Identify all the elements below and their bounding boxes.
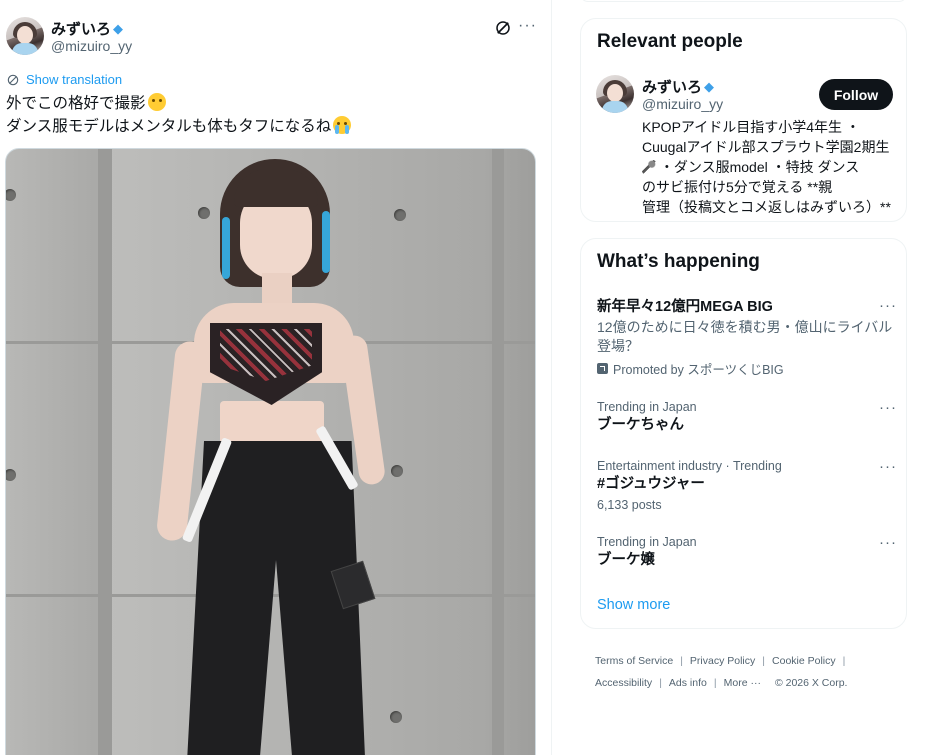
trend-more-icon[interactable]: ··· [879,458,897,475]
trend-more-icon[interactable]: ··· [879,399,897,416]
crying-face-emoji-icon [333,116,352,134]
author-name-text: みずいろ [51,21,112,38]
microphone-icon [642,160,656,174]
bio-line-text: Cuugalアイドル部スプラウト学園2期生 [642,139,890,155]
promoted-label: Promoted by スポーツくじBIG [597,359,897,378]
bio-line: Cuugalアイドル部スプラウト学園2期生 [642,137,900,157]
ads-info-link[interactable]: Ads info [669,672,707,694]
footer-separator: | [680,655,683,667]
bio-line-text: KPOPアイドル目指す小学4年生 ・ [642,119,860,135]
sidebar-footer: Terms of Service | Privacy Policy | Cookie… [595,650,895,694]
wall-seam [492,149,504,755]
relevant-people-card: Relevant people みずいろ ◆ @mizuiro_yy Follo… [580,18,907,222]
whats-happening-card: What’s happening 新年早々12億円MEGA BIG 12億のため… [580,238,907,629]
show-translation-text: Show translation [26,72,123,87]
bio-line-text: のサビ振付け5分で覚える **親 [642,179,833,195]
copyright-text: © 2026 X Corp. [774,677,848,689]
wall-seam [98,149,112,755]
tweet-line-2-text: ダンス服モデルはメンタルも体もタフになるね [6,118,332,135]
cookie-policy-link[interactable]: Cookie Policy [772,650,836,672]
trend-meta: Trending in Japan [597,400,697,414]
smiling-face-with-tear-emoji-icon [147,93,166,111]
wall-hole [6,189,16,201]
privacy-link[interactable]: Privacy Policy [690,650,755,672]
footer-separator: | [659,677,662,689]
footer-row: Accessibility | Ads info | More ··· © 2026… [595,672,895,694]
photo-subject [136,155,396,755]
tweet-column: みずいろ ◆ @mizuiro_yy ··· Show translation … [0,0,552,755]
tweet-line-1-text: 外でこの格好で撮影 [6,95,146,112]
tweet-text: 外でこの格好で撮影 ダンス服モデルはメンタルも体もタフになるね [6,92,352,138]
footer-separator: | [842,655,846,667]
footer-separator: | [713,677,717,689]
bio-line: ・ダンス服model ・特技 ダンス [642,157,900,177]
show-translation-link[interactable]: Show translation [6,72,122,87]
gem-icon: ◆ [113,21,124,36]
bio-line: のサビ振付け5分で覚える **親 [642,177,900,197]
author-avatar[interactable] [6,17,44,55]
relevant-person-bio: KPOPアイドル目指す小学4年生 ・ Cuugalアイドル部スプラウト学園2期生… [642,117,900,217]
relevant-person-name-text: みずいろ [642,79,703,96]
gem-icon: ◆ [704,79,715,94]
trend-subtitle-line: 12億のために日々徳を積む男・億山にライバル [597,319,893,335]
whats-happening-title: What’s happening [597,251,760,272]
trend-post-count: 6,133 posts [597,498,662,512]
trend-more-icon[interactable]: ··· [879,297,897,314]
tweet-line-2: ダンス服モデルはメンタルも体もタフになるね [6,115,352,138]
relevant-people-title: Relevant people [597,31,743,52]
more-options-icon[interactable]: ··· [518,17,537,35]
bio-line: KPOPアイドル目指す小学4年生 ・ [642,117,900,137]
wall-hole [6,469,16,481]
promoted-text: Promoted by スポーツくじBIG [613,363,784,377]
bio-line: 管理（投稿文とコメ返しはみずいろ）** [642,197,900,217]
relevant-person-handle[interactable]: @mizuiro_yy [642,96,723,112]
trend-item[interactable]: 新年早々12億円MEGA BIG 12億のために日々徳を積む男・億山にライバル … [597,297,897,378]
bio-line-text: 管理（投稿文とコメ返しはみずいろ）** [642,199,891,215]
trend-title: #ゴジュウジャー [597,476,705,492]
search-box-edge[interactable] [580,0,907,2]
footer-row: Terms of Service | Privacy Policy | Cookie… [595,650,895,672]
relevant-person-name[interactable]: みずいろ ◆ [642,76,714,97]
trend-item[interactable]: Trending in Japan ブーケちゃん ··· [597,399,897,435]
tweet-line-1: 外でこの格好で撮影 [6,92,351,115]
footer-separator: | [762,655,766,667]
trend-item[interactable]: Trending in Japan ブーケ嬢 ··· [597,534,897,570]
tweet-photo[interactable] [5,148,536,755]
translate-icon [7,74,19,85]
trend-subtitle-line: 登場？ [597,338,639,354]
accessibility-link[interactable]: Accessibility [595,672,652,694]
follow-button[interactable]: Follow [819,79,893,110]
promoted-icon [597,363,608,374]
grok-icon[interactable] [494,19,512,37]
trend-meta: Trending in Japan [597,535,697,549]
trend-item[interactable]: Entertainment industry · Trending #ゴジュウジ… [597,458,897,514]
more-link[interactable]: More ··· [724,672,761,694]
trend-meta: Entertainment industry · Trending [597,459,782,473]
bio-line-text: ・ダンス服model ・特技 ダンス [656,159,860,175]
relevant-person-avatar[interactable] [596,75,634,113]
trend-more-icon[interactable]: ··· [879,534,897,551]
author-name[interactable]: みずいろ ◆ [51,18,123,39]
trend-subtitle: 12億のために日々徳を積む男・億山にライバル 登場？ [597,318,897,356]
trend-title: ブーケ嬢 [597,552,655,568]
terms-link[interactable]: Terms of Service [595,650,673,672]
trend-title: ブーケちゃん [597,417,684,433]
show-more-link[interactable]: Show more [597,597,670,613]
author-handle[interactable]: @mizuiro_yy [51,38,132,54]
trend-title: 新年早々12億円MEGA BIG [597,299,773,315]
